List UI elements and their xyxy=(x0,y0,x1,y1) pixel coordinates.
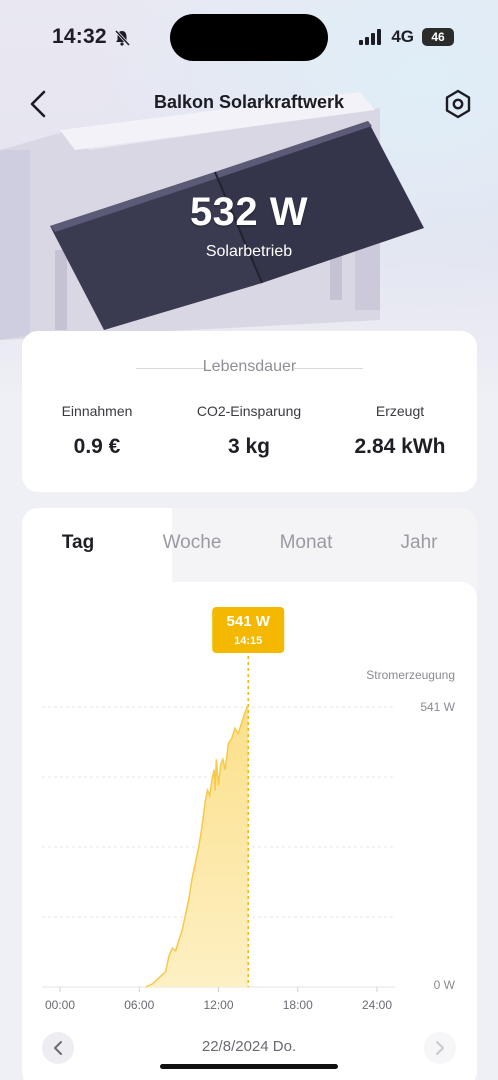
next-day-button[interactable] xyxy=(424,1032,456,1064)
status-time: 14:32 xyxy=(52,25,107,48)
period-tabs: Tag Woche Monat Jahr xyxy=(22,508,477,582)
stat-income: Einnahmen 0.9 € xyxy=(22,403,172,459)
current-power: 532 W xyxy=(189,190,309,234)
network-type: 4G xyxy=(391,27,414,46)
stat-label: CO2-Einsparung xyxy=(196,403,302,419)
dynamic-island xyxy=(170,14,328,61)
stat-value: 3 kg xyxy=(227,435,271,458)
chart-card: Tag Woche Monat Jahr xyxy=(22,508,477,1080)
home-indicator xyxy=(160,1064,338,1069)
chevron-right-icon xyxy=(436,1041,444,1055)
settings-hexagon-icon[interactable] xyxy=(442,88,474,120)
stat-value: 0.9 € xyxy=(73,435,121,458)
lifetime-title: Lebensdauer xyxy=(202,358,297,375)
tab-week[interactable]: Woche xyxy=(137,532,247,554)
divider-right xyxy=(293,368,363,369)
date-navigation: 22/8/2024 Do. xyxy=(42,1032,456,1064)
tab-day[interactable]: Tag xyxy=(23,532,133,554)
operating-mode: Solarbetrieb xyxy=(205,243,293,260)
stat-value: 2.84 kWh xyxy=(354,435,446,458)
signal-icon xyxy=(359,29,382,45)
chart-body xyxy=(22,582,477,1080)
page-title: Balkon Solarkraftwerk xyxy=(153,92,345,112)
lifetime-card: Lebensdauer Einnahmen 0.9 € CO2-Einsparu… xyxy=(22,331,477,492)
tab-month[interactable]: Monat xyxy=(251,532,361,554)
nav-header: Balkon Solarkraftwerk xyxy=(0,82,498,126)
stat-generated: Erzeugt 2.84 kWh xyxy=(325,403,475,459)
battery-level: 46 xyxy=(422,28,454,46)
tab-year[interactable]: Jahr xyxy=(364,532,474,554)
status-bar: 14:32 4G 46 xyxy=(0,0,498,70)
stat-co2: CO2-Einsparung 3 kg xyxy=(174,403,324,459)
stat-label: Erzeugt xyxy=(375,403,425,419)
stat-label: Einnahmen xyxy=(61,403,133,419)
current-date: 22/8/2024 Do. xyxy=(201,1038,297,1055)
bell-muted-icon xyxy=(114,29,131,47)
